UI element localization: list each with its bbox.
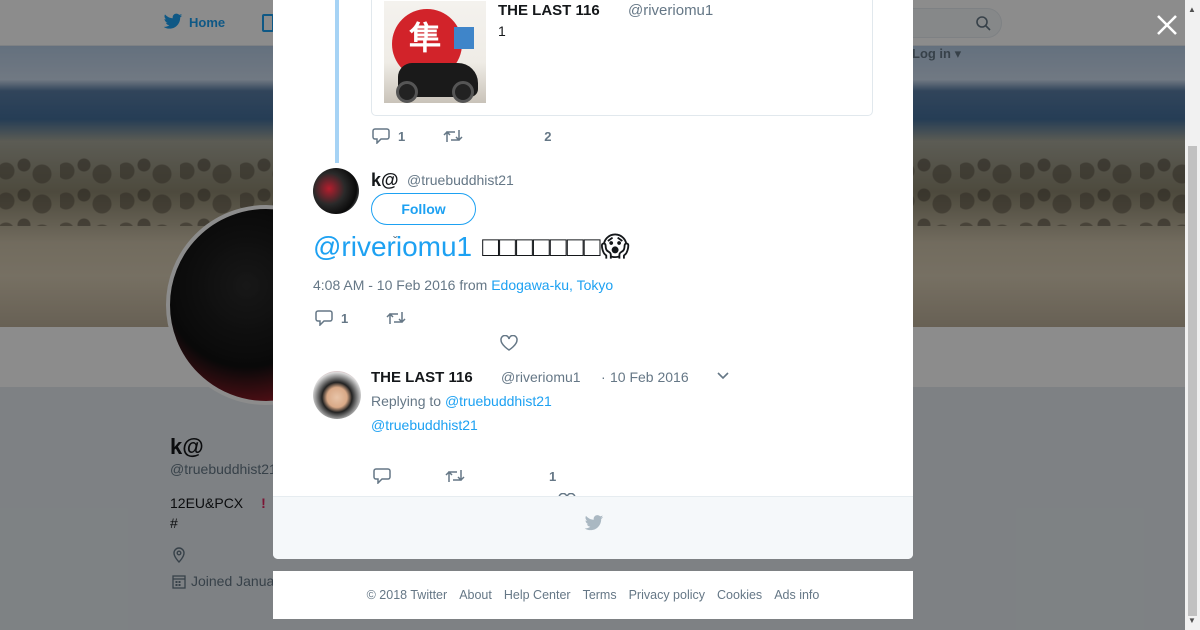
thread-line xyxy=(335,0,339,163)
quoted-tweet-image[interactable]: 隼 xyxy=(384,1,486,103)
replying-to-link[interactable]: @truebuddhist21 xyxy=(445,393,552,409)
reply-separator: · xyxy=(601,369,606,385)
tweet-permalink-modal: 隼 THE LAST 116 @riveriomu1 1 1 2 k@ @tru… xyxy=(273,0,913,559)
quoted-tweet-actions: 1 2 xyxy=(372,128,551,144)
main-reply-count: 1 xyxy=(341,310,349,326)
reply-icon[interactable] xyxy=(315,310,333,326)
main-reply-button[interactable]: 1 xyxy=(315,310,348,326)
from-label: from xyxy=(459,277,488,293)
scroll-down-arrow[interactable]: ▼ xyxy=(1188,616,1196,625)
main-tweet-text: @riveriomu1 □□□□□□□ 😱 xyxy=(313,230,630,263)
like-button[interactable]: 2 xyxy=(544,129,551,144)
modal-footer xyxy=(273,496,913,559)
footer-link-about[interactable]: About xyxy=(459,588,492,602)
footer-link-help[interactable]: Help Center xyxy=(504,588,571,602)
reply-tweet-handle[interactable]: @riveriomu1 xyxy=(501,369,581,385)
copyright-text: © 2018 Twitter xyxy=(366,588,448,602)
reply-tweet-name[interactable]: THE LAST 116 xyxy=(371,369,473,386)
heart-icon[interactable] xyxy=(500,335,518,351)
reply-tweet-actions: 1 xyxy=(373,468,556,484)
tweet-emoji: 😱 xyxy=(600,231,630,262)
main-tweet-name[interactable]: k@ xyxy=(371,170,399,191)
retweet-icon[interactable] xyxy=(386,310,406,326)
like-count: 2 xyxy=(544,128,552,144)
quoted-tweet-name[interactable]: THE LAST 116 xyxy=(498,2,600,19)
quoted-tweet-handle[interactable]: @riveriomu1 xyxy=(628,2,713,19)
reply-icon[interactable] xyxy=(373,468,391,484)
main-tweet-avatar[interactable] xyxy=(313,168,359,214)
reply-retweet-button[interactable] xyxy=(445,468,465,484)
reply-tweet-avatar[interactable] xyxy=(313,371,361,419)
footer-link-terms[interactable]: Terms xyxy=(583,588,617,602)
footer-link-cookies[interactable]: Cookies xyxy=(717,588,762,602)
close-icon[interactable] xyxy=(1154,12,1180,38)
scrollbar-thumb[interactable] xyxy=(1188,146,1197,616)
main-tweet-actions: 1 xyxy=(315,310,406,326)
footer-links: © 2018 Twitter About Help Center Terms P… xyxy=(273,571,913,619)
reply-button[interactable]: 1 xyxy=(372,128,405,144)
reply-like-count: 1 xyxy=(549,468,557,484)
text-cursor-mark: ˇ xyxy=(393,233,398,249)
retweet-button[interactable] xyxy=(443,128,463,144)
quoted-tweet-card[interactable]: 隼 THE LAST 116 @riveriomu1 1 xyxy=(371,0,873,116)
main-tweet-meta: 4:08 AM - 10 Feb 2016 from Edogawa-ku, T… xyxy=(313,277,613,293)
retweet-icon[interactable] xyxy=(443,128,463,144)
quoted-tweet-text: 1 xyxy=(498,23,506,39)
chevron-down-icon[interactable] xyxy=(717,371,729,381)
tweet-timestamp[interactable]: 4:08 AM - 10 Feb 2016 xyxy=(313,277,455,293)
replying-to: Replying to @truebuddhist21 xyxy=(371,393,552,409)
replying-label: Replying to xyxy=(371,393,442,409)
twitter-bird-icon xyxy=(584,515,604,531)
reply-icon[interactable] xyxy=(372,128,390,144)
tweet-location[interactable]: Edogawa-ku, Tokyo xyxy=(491,277,613,293)
tweet-body: □□□□□□□ xyxy=(482,230,601,262)
reply-reply-button[interactable] xyxy=(373,468,391,484)
footer-link-ads[interactable]: Ads info xyxy=(774,588,819,602)
main-retweet-button[interactable] xyxy=(386,310,406,326)
reply-like-button[interactable]: 1 xyxy=(549,469,556,484)
footer-link-privacy[interactable]: Privacy policy xyxy=(629,588,705,602)
reply-tweet-date[interactable]: 10 Feb 2016 xyxy=(610,369,689,385)
reply-count: 1 xyxy=(398,128,406,144)
main-tweet-handle[interactable]: @truebuddhist21 xyxy=(407,172,514,188)
reply-tweet-text[interactable]: @truebuddhist21 xyxy=(371,417,478,433)
retweet-icon[interactable] xyxy=(445,468,465,484)
follow-button[interactable]: Follow xyxy=(371,193,476,225)
scroll-up-arrow[interactable]: ▲ xyxy=(1188,5,1196,14)
